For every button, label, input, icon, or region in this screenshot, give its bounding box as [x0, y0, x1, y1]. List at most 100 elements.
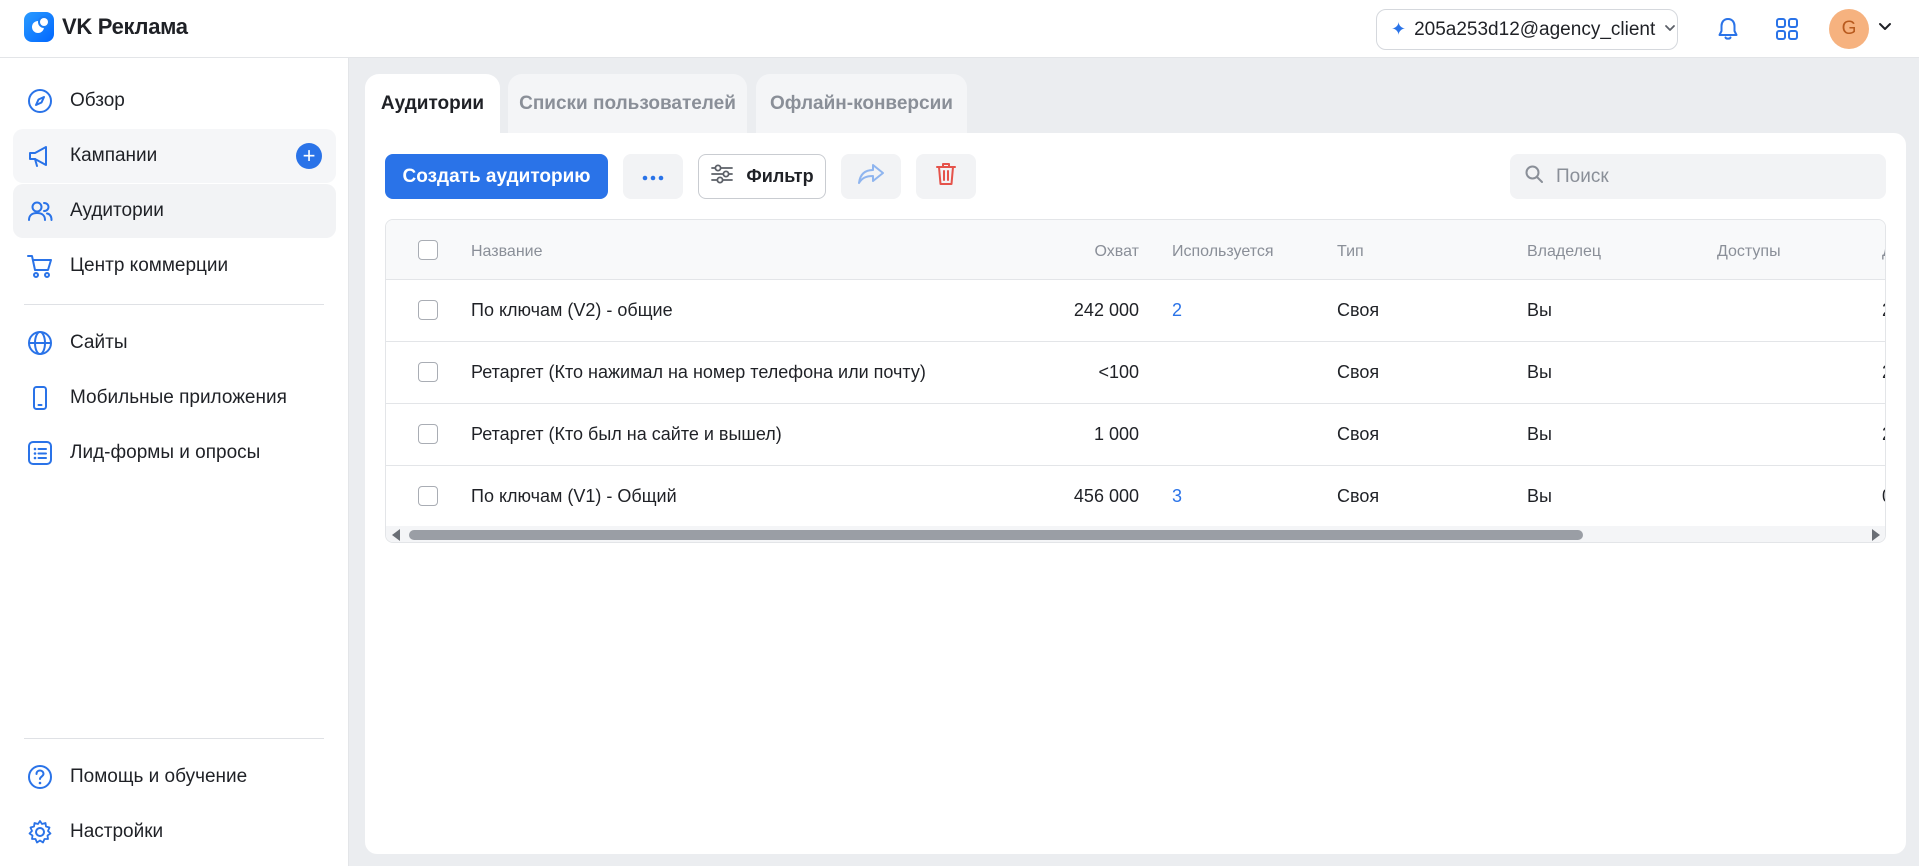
search-input[interactable] — [1556, 165, 1856, 188]
audience-owner: Вы — [1527, 362, 1552, 382]
apps-grid-icon[interactable] — [1772, 14, 1802, 44]
table-row[interactable]: Ретаргет (Кто нажимал на номер телефона … — [386, 342, 1885, 404]
compass-icon — [26, 87, 54, 115]
create-audience-button[interactable]: Создать аудиторию — [385, 154, 608, 199]
audience-name[interactable]: По ключам (V1) - Общий — [471, 486, 677, 507]
scroll-right-icon[interactable] — [1872, 529, 1880, 541]
audience-owner: Вы — [1527, 486, 1552, 506]
scroll-thumb[interactable] — [409, 530, 1583, 540]
trash-icon — [934, 161, 958, 192]
row-checkbox[interactable] — [418, 486, 438, 506]
users-icon — [26, 197, 54, 225]
sidebar-divider — [24, 304, 324, 305]
column-header-access[interactable]: Доступы — [1717, 243, 1781, 261]
table-row[interactable]: По ключам (V1) - Общий 456 000 3 Своя Вы… — [386, 466, 1885, 528]
sidebar-item-label: Кампании — [70, 145, 158, 166]
row-checkbox[interactable] — [418, 300, 438, 320]
sidebar-item-overview[interactable]: Обзор — [13, 74, 336, 128]
sidebar-item-label: Центр коммерции — [70, 255, 229, 276]
scroll-left-icon[interactable] — [392, 529, 400, 541]
more-dots-icon — [642, 168, 664, 186]
sparkle-icon: ✦ — [1391, 19, 1407, 39]
table-row[interactable]: По ключам (V2) - общие 242 000 2 Своя Вы… — [386, 280, 1885, 342]
delete-button[interactable] — [916, 154, 976, 199]
row-checkbox[interactable] — [418, 362, 438, 382]
audience-owner: Вы — [1527, 424, 1552, 444]
chevron-down-icon[interactable] — [1876, 18, 1894, 41]
more-button[interactable] — [623, 154, 683, 199]
chevron-down-icon — [1663, 19, 1677, 41]
audience-reach: 456 000 — [1073, 486, 1139, 506]
sidebar-item-audiences[interactable]: Аудитории — [13, 184, 336, 238]
logo-text: VK Реклама — [62, 14, 188, 39]
sidebar-item-commerce[interactable]: Центр коммерции — [13, 239, 336, 293]
audience-cutoff-value: 2 — [1882, 300, 1885, 321]
cart-icon — [26, 252, 54, 280]
share-arrow-icon — [857, 162, 885, 191]
sidebar-item-label: Мобильные приложения — [70, 387, 287, 408]
add-campaign-button[interactable]: + — [296, 143, 322, 169]
sidebar-item-campaigns[interactable]: Кампании + — [13, 129, 336, 183]
audience-cutoff-value: 0 — [1882, 486, 1885, 507]
audience-reach: <100 — [1098, 362, 1139, 382]
filter-button[interactable]: Фильтр — [698, 154, 826, 199]
audience-name[interactable]: По ключам (V2) - общие — [471, 300, 673, 321]
account-switcher[interactable]: ✦ 205a253d12@agency_client — [1376, 9, 1678, 50]
sidebar-item-label: Помощь и обучение — [70, 766, 248, 787]
avatar[interactable]: G — [1829, 9, 1869, 49]
filter-label: Фильтр — [746, 166, 814, 186]
table-header: Название Охват Используется Тип Владелец… — [386, 220, 1885, 280]
column-header-used[interactable]: Используется — [1172, 243, 1274, 261]
globe-icon — [26, 329, 54, 357]
audience-cutoff-value: 2 — [1882, 362, 1885, 383]
sidebar-item-label: Настройки — [70, 821, 164, 842]
phone-icon — [26, 384, 54, 412]
row-checkbox[interactable] — [418, 424, 438, 444]
audience-type: Своя — [1337, 362, 1380, 382]
sidebar-item-sites[interactable]: Сайты — [13, 316, 336, 370]
tab-audiences[interactable]: Аудитории — [365, 74, 500, 134]
megaphone-icon — [26, 142, 54, 170]
audience-name[interactable]: Ретаргет (Кто был на сайте и вышел) — [471, 424, 782, 445]
top-header: VK Реклама ✦ 205a253d12@agency_client G — [0, 0, 1919, 58]
sidebar-item-help[interactable]: Помощь и обучение — [13, 750, 336, 804]
sidebar: Обзор Кампании + Аудитории Центр коммерц… — [0, 58, 349, 866]
search-field[interactable] — [1510, 154, 1886, 199]
column-header-name[interactable]: Название — [471, 243, 543, 261]
sidebar-item-mobile-apps[interactable]: Мобильные приложения — [13, 371, 336, 425]
list-icon — [26, 439, 54, 467]
sidebar-item-lead-forms[interactable]: Лид-формы и опросы — [13, 426, 336, 480]
sidebar-divider — [24, 738, 324, 739]
column-header-reach[interactable]: Охват — [1095, 243, 1139, 261]
audiences-table: Название Охват Используется Тип Владелец… — [385, 219, 1886, 543]
tab-user-lists[interactable]: Списки пользователей — [508, 74, 747, 134]
audience-owner: Вы — [1527, 300, 1552, 320]
audience-used-link[interactable]: 2 — [1172, 300, 1182, 321]
sidebar-item-settings[interactable]: Настройки — [13, 805, 336, 859]
share-button[interactable] — [841, 154, 901, 199]
audience-name[interactable]: Ретаргет (Кто нажимал на номер телефона … — [471, 362, 926, 383]
bell-icon[interactable] — [1713, 14, 1743, 44]
gear-icon — [26, 818, 54, 846]
help-icon — [26, 763, 54, 791]
audience-used-link[interactable]: 3 — [1172, 486, 1182, 507]
audience-cutoff-value: 2 — [1882, 424, 1885, 445]
select-all-checkbox[interactable] — [418, 240, 438, 260]
vk-ads-logo[interactable]: VK Реклама — [24, 12, 188, 42]
sliders-icon — [710, 163, 734, 190]
audience-type: Своя — [1337, 424, 1380, 444]
column-header-cutoff: Д — [1882, 243, 1885, 261]
tab-offline-conversions[interactable]: Офлайн-конверсии — [756, 74, 967, 134]
sidebar-item-label: Обзор — [70, 90, 125, 111]
table-row[interactable]: Ретаргет (Кто был на сайте и вышел) 1 00… — [386, 404, 1885, 466]
sidebar-item-label: Лид-формы и опросы — [70, 442, 261, 463]
sidebar-item-label: Сайты — [70, 332, 128, 353]
audience-reach: 1 000 — [1093, 424, 1139, 444]
column-header-type[interactable]: Тип — [1337, 243, 1364, 261]
audience-reach: 242 000 — [1073, 300, 1139, 320]
column-header-owner[interactable]: Владелец — [1527, 243, 1601, 261]
horizontal-scrollbar[interactable] — [386, 526, 1885, 542]
account-name: 205a253d12@agency_client — [1414, 18, 1656, 40]
search-icon — [1524, 164, 1544, 189]
sidebar-item-label: Аудитории — [70, 200, 164, 221]
